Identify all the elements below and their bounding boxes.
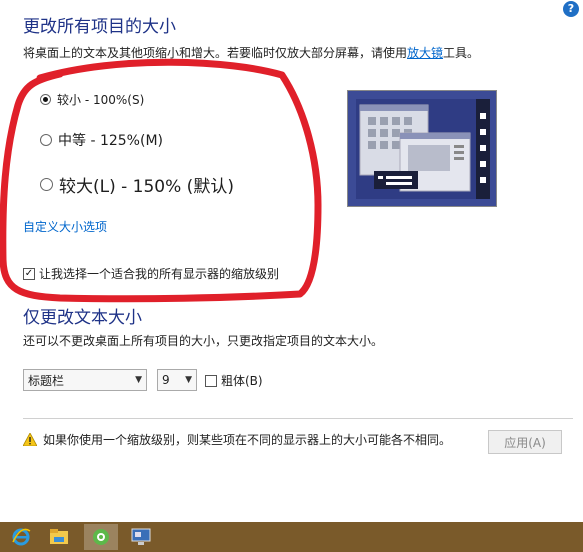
- font-size-select[interactable]: 9 ▼: [157, 369, 197, 391]
- bold-checkbox-row[interactable]: 粗体(B): [205, 372, 263, 389]
- magnifier-link[interactable]: 放大镜: [407, 46, 443, 60]
- page-description: 将桌面上的文本及其他项缩小和增大。若要临时仅放大部分屏幕，请使用放大镜工具。: [23, 44, 479, 61]
- radio-smaller[interactable]: 较小 - 100%(S): [40, 91, 144, 108]
- radio-label: 较大(L) - 150% (默认): [59, 177, 234, 197]
- radio-larger[interactable]: 较大(L) - 150% (默认): [40, 172, 234, 197]
- checkbox[interactable]: ✓: [23, 267, 35, 280]
- scale-checkbox-row[interactable]: ✓ 让我选择一个适合我的所有显示器的缩放级别: [23, 265, 279, 282]
- custom-size-link[interactable]: 自定义大小选项: [23, 218, 107, 235]
- divider: [23, 418, 573, 419]
- radio-medium[interactable]: 中等 - 125%(M): [40, 130, 163, 150]
- page-title: 更改所有项目的大小: [23, 17, 176, 37]
- chevron-down-icon: ▼: [185, 375, 192, 385]
- warning-row: 如果你使用一个缩放级别，则某些项在不同的显示器上的大小可能各不相同。: [23, 431, 451, 448]
- warning-text: 如果你使用一个缩放级别，则某些项在不同的显示器上的大小可能各不相同。: [43, 433, 452, 447]
- browser-icon[interactable]: [84, 524, 118, 550]
- warning-icon: [23, 433, 37, 446]
- taskbar: [0, 522, 583, 552]
- monitor-preview-icon: [356, 99, 490, 199]
- text-only-title: 仅更改文本大小: [23, 308, 142, 328]
- display-settings-icon[interactable]: [124, 524, 158, 550]
- element-select-value: 标题栏: [28, 373, 65, 388]
- text-only-description: 还可以不更改桌面上所有项目的大小，只更改指定项目的文本大小。: [23, 334, 384, 348]
- checkbox-label: 让我选择一个适合我的所有显示器的缩放级别: [39, 267, 280, 281]
- radio-button[interactable]: [40, 94, 51, 105]
- file-explorer-icon[interactable]: [42, 524, 76, 550]
- help-icon[interactable]: ?: [563, 1, 579, 17]
- description-text: 将桌面上的文本及其他项缩小和增大。若要临时仅放大部分屏幕，请使用: [23, 46, 408, 60]
- bold-checkbox-label: 粗体(B): [221, 374, 263, 388]
- apply-button[interactable]: 应用(A): [488, 430, 562, 454]
- element-select[interactable]: 标题栏 ▼: [23, 369, 147, 391]
- radio-button[interactable]: [40, 134, 52, 146]
- font-size-select-value: 9: [162, 373, 170, 387]
- chevron-down-icon: ▼: [135, 375, 142, 385]
- ie-icon[interactable]: [4, 524, 38, 550]
- scaling-preview-image: [347, 90, 497, 207]
- description-text-end: 工具。: [443, 46, 480, 60]
- radio-label: 中等 - 125%(M): [58, 133, 163, 149]
- checkbox[interactable]: [205, 374, 217, 387]
- radio-label: 较小 - 100%(S): [57, 93, 145, 107]
- radio-button[interactable]: [40, 178, 53, 191]
